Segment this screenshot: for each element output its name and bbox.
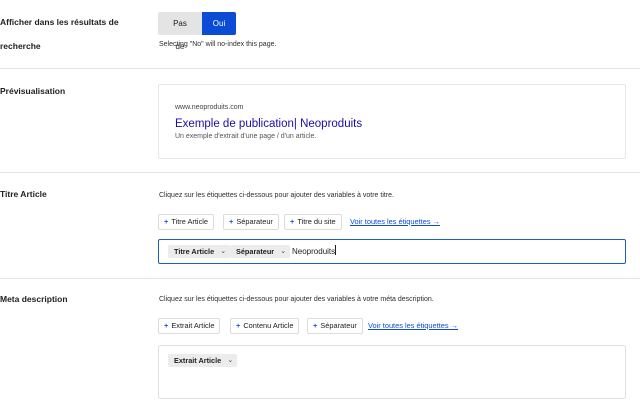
view-all-tags-link[interactable]: Voir toutes les étiquettes → [368,321,458,330]
title-hint: Cliquez sur les étiquettes ci-dessous po… [159,192,395,199]
preview-description: Un exemple d'extrait d'une page / d'un a… [175,133,317,140]
add-excerpt-chip[interactable]: + Extrait Article [158,318,221,334]
add-title-article-chip[interactable]: + Titre Article [158,214,215,230]
search-preview-card: www.neoproduits.com Exemple de publicati… [158,84,626,159]
variable-label: Extrait Article [174,356,222,365]
preview-title: Exemple de publication| Neoproduits [175,118,363,130]
variable-label: Séparateur [236,247,275,256]
title-template-editor[interactable]: Titre Article ⌄ Séparateur ⌄ Neoproduits [158,239,626,264]
preview-url: www.neoproduits.com [175,104,244,111]
editor-text-value: Neoproduits [292,247,336,256]
add-site-title-chip[interactable]: + Titre du site [284,214,342,230]
divider [0,172,640,173]
visibility-toggle: Pas de Oui [158,12,236,51]
no-index-hint: Selecting "No" will no-index this page. [159,41,277,48]
chip-label: Contenu Article [243,321,294,330]
add-separator-chip[interactable]: + Séparateur [307,318,363,334]
meta-description-editor[interactable]: Extrait Article ⌄ [158,345,626,399]
plus-icon: + [229,217,234,226]
chip-label: Séparateur [320,321,357,330]
divider [0,278,640,279]
plus-icon: + [313,321,318,330]
chevron-down-icon[interactable]: ⌄ [220,245,226,258]
variable-label: Titre Article [174,247,215,256]
add-separator-chip[interactable]: + Séparateur [223,214,279,230]
meta-hint: Cliquez sur les étiquettes ci-dessous po… [159,296,434,303]
title-article-variable[interactable]: Titre Article ⌄ [168,245,231,258]
plus-icon: + [164,321,169,330]
excerpt-variable[interactable]: Extrait Article ⌄ [168,354,238,367]
chip-label: Titre du site [297,217,336,226]
meta-description-label: Meta description [0,294,68,304]
separator-variable[interactable]: Séparateur ⌄ [230,245,291,258]
view-all-tags-link[interactable]: Voir toutes les étiquettes → [350,217,440,226]
search-visibility-label-line1: Afficher dans les résultats de [0,17,119,27]
chip-label: Extrait Article [171,321,215,330]
title-article-label: Titre Article [0,189,47,199]
chevron-down-icon[interactable]: ⌄ [227,354,233,367]
plus-icon: + [164,217,169,226]
chip-label: Séparateur [236,217,273,226]
preview-label: Prévisualisation [0,86,66,96]
plus-icon: + [236,321,241,330]
toggle-option-no[interactable]: Pas de [158,12,202,51]
chevron-down-icon[interactable]: ⌄ [280,245,286,258]
editor-text: Neoproduits [292,245,337,258]
search-visibility-label-line2: recherche [0,41,41,51]
add-content-chip[interactable]: + Contenu Article [230,318,300,334]
chip-label: Titre Article [171,217,209,226]
text-caret [335,245,337,255]
divider [0,68,640,69]
toggle-option-yes[interactable]: Oui [202,12,236,35]
plus-icon: + [290,217,295,226]
